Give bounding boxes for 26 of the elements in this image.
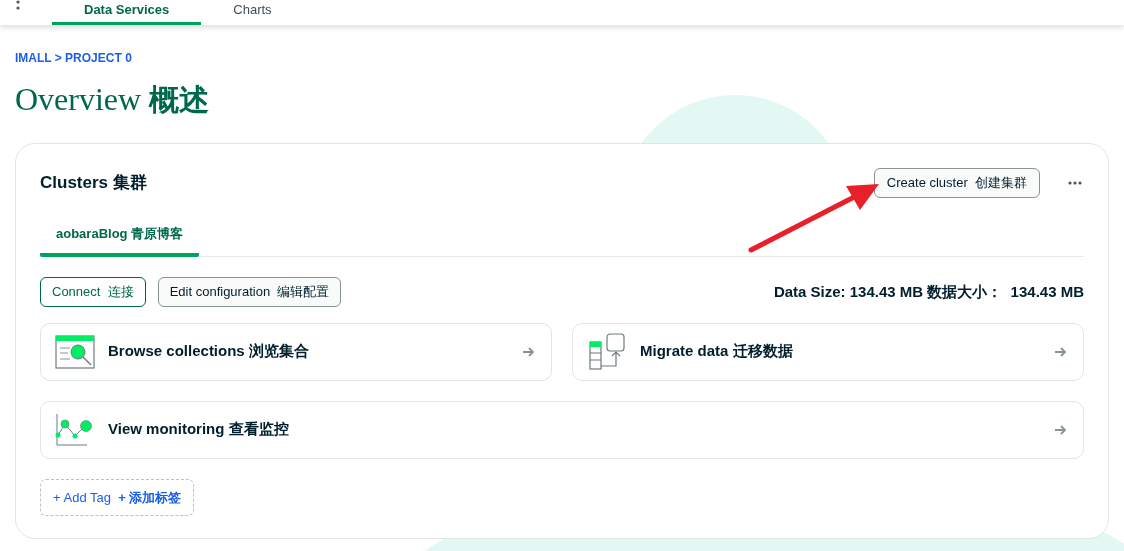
action-label: View monitoring 查看监控 [108,419,289,440]
action-button[interactable]: Connect 连接 [40,277,146,307]
breadcrumb[interactable]: IMALL > PROJECT 0 [15,49,1109,67]
cluster-tab[interactable]: aobaraBlog 青原博客 [40,223,200,257]
page-title: 概述 [149,82,210,118]
action-label: Migrate data 迁移数据 [640,341,793,362]
action-button[interactable]: Edit configuration 编辑配置 [157,277,342,307]
arrow-icon [1055,424,1067,435]
action-card[interactable]: View monitoring 查看监控 [40,400,1084,459]
more-icon[interactable] [1068,180,1082,185]
line-chart-icon [55,412,95,447]
create-cluster-button[interactable]: Create cluster 创建集群 [873,168,1040,198]
nav-tab[interactable]: Charts [201,0,304,25]
table-search-icon [55,334,95,369]
nav-tab[interactable]: Data Services [52,0,202,25]
add-tag-button[interactable]: + Add Tag + 添加标签 [40,478,195,516]
action-card[interactable]: Browse collections 浏览集合 [40,322,552,381]
section-title: Clusters 集群 [40,172,147,194]
arrow-icon [1055,346,1067,357]
more-icon[interactable] [16,0,20,10]
arrow-icon [523,346,535,357]
page-title: Overview [15,80,142,119]
action-label: Browse collections 浏览集合 [108,341,309,362]
data-size: Data Size: 134.43 MB 数据大小： 134.43 MB [773,281,1084,302]
migrate-icon [588,332,626,371]
action-card[interactable]: Migrate data 迁移数据 [572,322,1084,381]
